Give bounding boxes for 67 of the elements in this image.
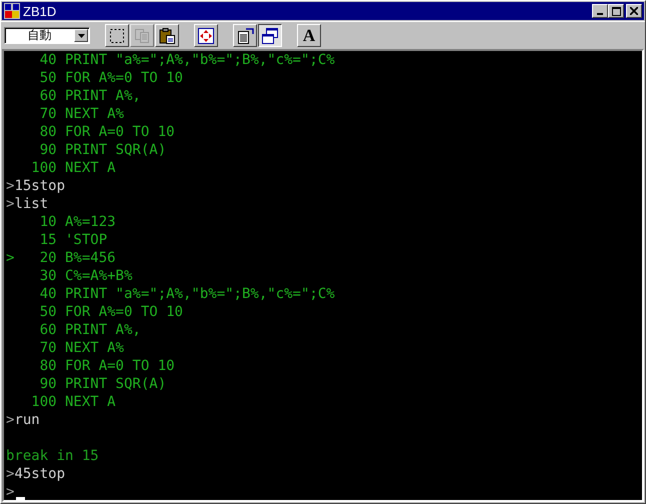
code-line: B%=456 [64, 249, 116, 267]
select-button[interactable] [105, 24, 129, 47]
line-number: 100 [30, 159, 57, 177]
line-number: 70 [38, 105, 57, 123]
prompt-mark: > [6, 411, 14, 429]
code-line: PRINT "a%=";A%,"b%=";B%,"c%=";C% [64, 285, 335, 303]
output-text: break in 15 [6, 447, 99, 465]
line-number: 60 [38, 321, 57, 339]
code-line: NEXT A% [64, 339, 124, 357]
line-number: 40 [38, 285, 57, 303]
code-line: PRINT A%, [64, 321, 141, 339]
app-icon [4, 3, 20, 19]
line-number: 90 [38, 141, 57, 159]
maximize-icon [612, 6, 620, 16]
prompt-mark: > [6, 195, 14, 213]
code-line: NEXT A% [64, 105, 124, 123]
prompt-mark: > [6, 465, 14, 483]
minimize-button[interactable] [592, 4, 608, 18]
command-text: 15stop [14, 177, 66, 195]
clipboard-button[interactable] [155, 24, 179, 47]
line-number: 30 [38, 267, 57, 285]
code-line: FOR A%=0 TO 10 [64, 69, 183, 87]
code-line: 'STOP [64, 231, 108, 249]
code-line: FOR A=0 TO 10 [64, 357, 175, 375]
code-line: NEXT A [64, 393, 116, 411]
code-line: C%=A%+B% [64, 267, 132, 285]
prompt-mark: > [6, 177, 14, 195]
code-line: PRINT A%, [64, 87, 141, 105]
code-line: PRINT "a%=";A%,"b%=";B%,"c%=";C% [64, 51, 335, 69]
line-number: 80 [38, 123, 57, 141]
code-line: A%=123 [64, 213, 116, 231]
current-line-marker: > [6, 249, 14, 267]
maximize-button[interactable] [608, 4, 624, 18]
copy-icon [133, 26, 151, 44]
properties-icon [236, 26, 254, 44]
window-icon [261, 26, 279, 44]
prompt-mark: > [6, 483, 14, 500]
window-button[interactable] [258, 24, 282, 47]
close-button[interactable] [626, 4, 642, 18]
line-number: 15 [38, 231, 57, 249]
clipboard-icon [158, 26, 176, 44]
code-line: FOR A%=0 TO 10 [64, 303, 183, 321]
code-line: NEXT A [64, 159, 116, 177]
line-number: 90 [38, 375, 57, 393]
move-arrows-button[interactable] [194, 24, 218, 47]
line-number: 70 [38, 339, 57, 357]
properties-button[interactable] [233, 24, 257, 47]
line-number: 50 [38, 303, 57, 321]
line-number: 10 [38, 213, 57, 231]
line-number: 60 [38, 87, 57, 105]
line-number: 20 [38, 249, 57, 267]
line-number: 40 [38, 51, 57, 69]
select-icon [108, 26, 126, 44]
code-line: PRINT SQR(A) [64, 141, 166, 159]
font-button[interactable]: A [297, 24, 321, 47]
line-number: 100 [30, 393, 57, 411]
mode-dropdown[interactable]: 自動 [4, 27, 90, 44]
move-arrows-icon [197, 26, 215, 44]
code-line: FOR A=0 TO 10 [64, 123, 175, 141]
close-icon [630, 7, 638, 15]
line-number: 80 [38, 357, 57, 375]
line-number: 50 [38, 69, 57, 87]
command-text: list [14, 195, 48, 213]
command-text: run [14, 411, 40, 429]
command-text: 45stop [14, 465, 66, 483]
code-line: PRINT SQR(A) [64, 375, 166, 393]
window-title: ZB1D [23, 4, 58, 18]
